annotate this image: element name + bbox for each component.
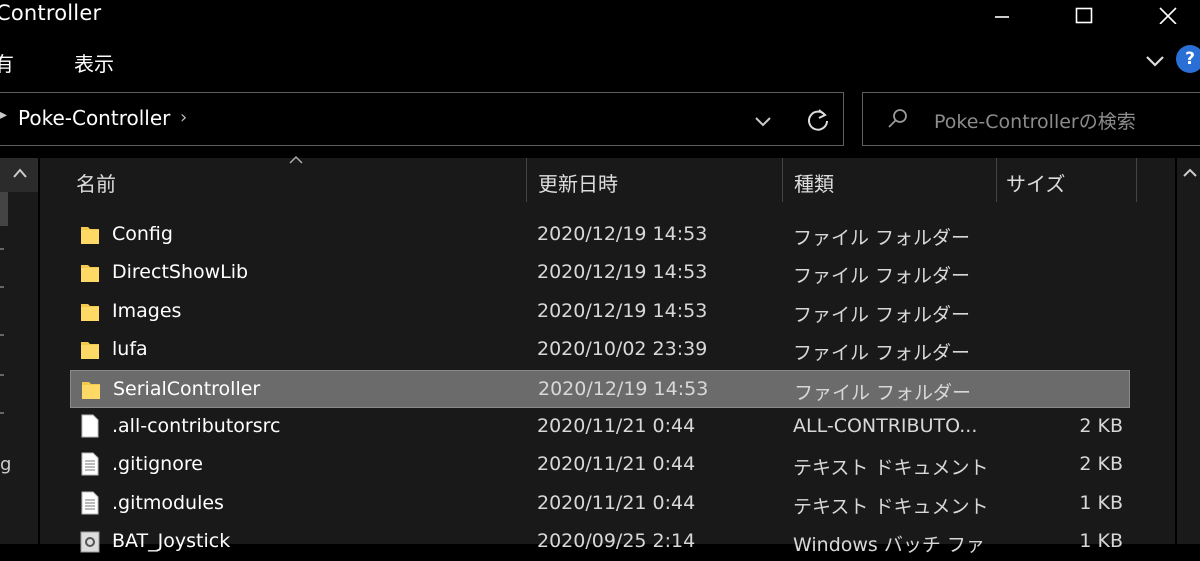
nav-item-marker [0,286,4,288]
refresh-icon[interactable] [804,106,832,134]
file-row[interactable]: Config 2020/12/19 14:53 ファイル フォルダー [70,216,1130,254]
window-title: Controller [0,1,102,25]
ribbon-tab-view[interactable]: 表示 [74,48,114,77]
close-button[interactable] [1140,0,1196,30]
file-date: 2020/10/02 23:39 [537,338,708,361]
sort-ascending-icon [289,155,303,164]
nav-scrollbar-thumb[interactable] [0,192,8,226]
batch-file-icon [80,531,100,553]
file-row[interactable]: Images 2020/12/19 14:53 ファイル フォルダー [70,293,1130,331]
file-type: ファイル フォルダー [793,265,971,288]
help-button[interactable]: ? [1176,45,1200,73]
file-size: 1 KB [1079,530,1123,553]
column-divider[interactable] [996,158,997,202]
file-date: 2020/12/19 14:53 [538,377,709,400]
search-icon [888,109,907,128]
file-name: .gitmodules [112,491,224,514]
file-size: 2 KB [1079,415,1123,437]
nav-item-marker [0,334,4,336]
file-date: 2020/11/21 0:44 [537,415,696,437]
minimize-icon [995,16,1009,18]
folder-icon [81,342,99,360]
file-date: 2020/12/19 14:53 [537,261,708,284]
column-divider[interactable] [526,158,527,202]
file-type: テキスト ドキュメント [793,457,989,480]
folder-icon [82,381,100,399]
folder-icon [81,227,99,244]
file-date: 2020/09/25 2:14 [537,530,696,553]
ribbon-expand-chevron-icon[interactable] [1144,50,1166,72]
address-history-chevron-icon[interactable] [752,110,774,132]
file-row[interactable]: .gitmodules 2020/11/21 0:44 テキスト ドキュメント 1 K… [70,485,1130,523]
file-date: 2020/11/21 0:44 [537,453,696,476]
file-row[interactable]: SerialController 2020/12/19 14:53 ファイル フォル… [70,369,1130,408]
nav-item-marker [0,248,4,250]
file-name: BAT_Joystick [112,530,231,553]
file-row[interactable]: BAT_Joystick 2020/09/25 2:14 Windows バッチ フ… [70,523,1130,561]
file-size: 1 KB [1079,491,1123,514]
file-type: ALL-CONTRIBUTO... [793,415,978,437]
folder-icon [81,265,99,283]
minimize-button[interactable] [974,0,1030,30]
nav-scroll-up-icon [13,168,27,178]
file-name: Images [112,299,182,322]
file-type: ファイル フォルダー [793,303,971,326]
column-header-date[interactable]: 更新日時 [538,168,618,197]
blank-file-icon [81,414,99,438]
file-name: DirectShowLib [112,261,249,284]
file-name: .gitignore [112,453,203,476]
file-type: テキスト ドキュメント [793,495,989,518]
breadcrumb-separator[interactable]: › [180,107,187,128]
maximize-icon [1075,7,1093,24]
column-divider[interactable] [1136,158,1137,202]
file-row[interactable]: lufa 2020/10/02 23:39 ファイル フォルダー [70,331,1130,369]
file-row[interactable]: .gitignore 2020/11/21 0:44 テキスト ドキュメント 2 KB [70,446,1130,484]
nav-item-marker [0,412,4,414]
column-divider[interactable] [782,158,783,202]
close-icon [1159,7,1177,24]
file-size: 2 KB [1079,453,1123,476]
scroll-up-icon[interactable] [1183,166,1197,180]
column-header-size[interactable]: サイズ [1006,168,1065,197]
file-name: Config [112,223,173,245]
nav-item-partial-label[interactable]: g [0,454,11,475]
file-type: ファイル フォルダー [793,342,971,365]
file-name: SerialController [113,377,261,400]
column-header-type[interactable]: 種類 [794,168,834,197]
vertical-scrollbar[interactable] [1177,158,1200,544]
file-type: ファイル フォルダー [794,381,972,404]
ribbon-tab-share[interactable]: 有 [0,48,14,77]
search-placeholder[interactable]: Poke-Controllerの検索 [934,107,1136,134]
folder-icon [81,303,99,321]
breadcrumb-arrow-icon[interactable]: ▸ [0,107,7,123]
file-row[interactable]: .all-contributorsrc 2020/11/21 0:44 ALL-CO… [70,408,1130,446]
file-name: .all-contributorsrc [112,415,281,437]
nav-item-marker [0,374,4,376]
column-header-name[interactable]: 名前 [76,168,116,197]
text-file-icon [81,491,99,515]
breadcrumb-current-folder[interactable]: Poke-Controller [18,106,170,130]
maximize-button[interactable] [1056,0,1112,30]
text-file-icon [81,452,99,476]
file-date: 2020/12/19 14:53 [537,299,708,322]
file-date: 2020/11/21 0:44 [537,491,696,514]
file-name: lufa [112,338,148,361]
file-row[interactable]: DirectShowLib 2020/12/19 14:53 ファイル フォルダー [70,254,1130,292]
file-date: 2020/12/19 14:53 [537,223,708,245]
file-type: ファイル フォルダー [793,227,971,249]
